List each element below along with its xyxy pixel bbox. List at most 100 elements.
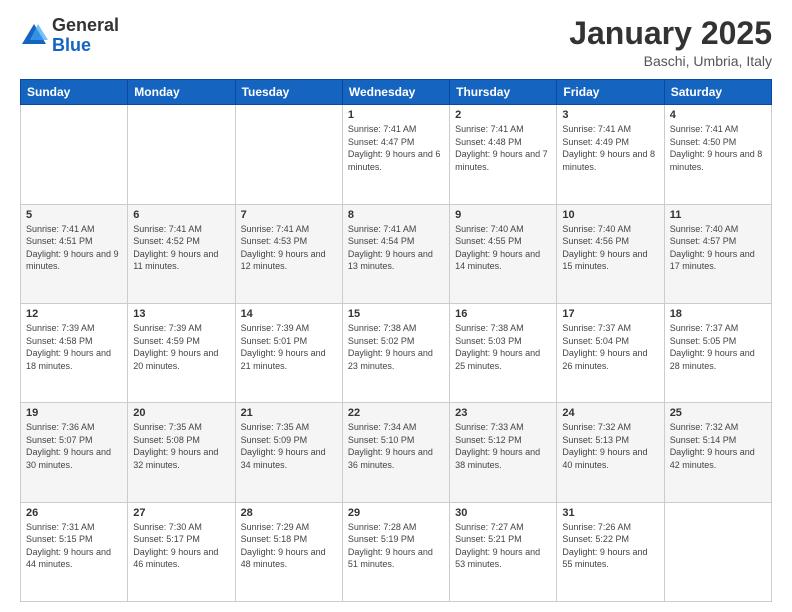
location-title: Baschi, Umbria, Italy xyxy=(569,53,772,69)
day-info: Sunrise: 7:36 AM Sunset: 5:07 PM Dayligh… xyxy=(26,421,122,471)
table-cell: 6 Sunrise: 7:41 AM Sunset: 4:52 PM Daylig… xyxy=(128,204,235,303)
day-info: Sunrise: 7:41 AM Sunset: 4:50 PM Dayligh… xyxy=(670,123,766,173)
day-number: 10 xyxy=(562,209,658,221)
logo-general: General xyxy=(52,15,119,35)
col-sunday: Sunday xyxy=(21,80,128,105)
day-info: Sunrise: 7:41 AM Sunset: 4:54 PM Dayligh… xyxy=(348,223,444,273)
day-info: Sunrise: 7:30 AM Sunset: 5:17 PM Dayligh… xyxy=(133,521,229,571)
calendar-header-row: Sunday Monday Tuesday Wednesday Thursday… xyxy=(21,80,772,105)
day-number: 25 xyxy=(670,407,766,419)
day-number: 15 xyxy=(348,308,444,320)
day-info: Sunrise: 7:41 AM Sunset: 4:48 PM Dayligh… xyxy=(455,123,551,173)
table-cell: 29 Sunrise: 7:28 AM Sunset: 5:19 PM Dayli… xyxy=(342,502,449,601)
day-info: Sunrise: 7:27 AM Sunset: 5:21 PM Dayligh… xyxy=(455,521,551,571)
page: General Blue January 2025 Baschi, Umbria… xyxy=(0,0,792,612)
col-thursday: Thursday xyxy=(450,80,557,105)
logo-icon xyxy=(20,22,48,50)
table-cell: 12Sunrise: 7:39 AM Sunset: 4:58 PM Dayli… xyxy=(21,303,128,402)
day-info: Sunrise: 7:38 AM Sunset: 5:02 PM Dayligh… xyxy=(348,322,444,372)
day-number: 28 xyxy=(241,507,337,519)
day-number: 30 xyxy=(455,507,551,519)
table-cell: 19Sunrise: 7:36 AM Sunset: 5:07 PM Dayli… xyxy=(21,403,128,502)
day-number: 7 xyxy=(241,209,337,221)
table-cell: 18 Sunrise: 7:37 AM Sunset: 5:05 PM Dayli… xyxy=(664,303,771,402)
day-number: 31 xyxy=(562,507,658,519)
day-number: 1 xyxy=(348,109,444,121)
table-cell: 25 Sunrise: 7:32 AM Sunset: 5:14 PM Dayli… xyxy=(664,403,771,502)
table-cell: 7 Sunrise: 7:41 AM Sunset: 4:53 PM Daylig… xyxy=(235,204,342,303)
day-info: Sunrise: 7:39 AM Sunset: 4:59 PM Dayligh… xyxy=(133,322,229,372)
table-cell: 17 Sunrise: 7:37 AM Sunset: 5:04 PM Dayli… xyxy=(557,303,664,402)
day-number: 24 xyxy=(562,407,658,419)
table-cell: 20Sunrise: 7:35 AM Sunset: 5:08 PM Dayli… xyxy=(128,403,235,502)
day-number: 29 xyxy=(348,507,444,519)
calendar-week-row: 1 Sunrise: 7:41 AM Sunset: 4:47 PM Daylig… xyxy=(21,105,772,204)
day-info: Sunrise: 7:41 AM Sunset: 4:52 PM Dayligh… xyxy=(133,223,229,273)
day-info: Sunrise: 7:37 AM Sunset: 5:04 PM Dayligh… xyxy=(562,322,658,372)
table-cell: 13Sunrise: 7:39 AM Sunset: 4:59 PM Dayli… xyxy=(128,303,235,402)
table-cell: 31Sunrise: 7:26 AM Sunset: 5:22 PM Dayli… xyxy=(557,502,664,601)
day-info: Sunrise: 7:40 AM Sunset: 4:56 PM Dayligh… xyxy=(562,223,658,273)
month-title: January 2025 xyxy=(569,16,772,51)
table-cell: 11Sunrise: 7:40 AM Sunset: 4:57 PM Dayli… xyxy=(664,204,771,303)
calendar-week-row: 19Sunrise: 7:36 AM Sunset: 5:07 PM Dayli… xyxy=(21,403,772,502)
table-cell: 21Sunrise: 7:35 AM Sunset: 5:09 PM Dayli… xyxy=(235,403,342,502)
table-cell xyxy=(21,105,128,204)
day-info: Sunrise: 7:40 AM Sunset: 4:57 PM Dayligh… xyxy=(670,223,766,273)
table-cell: 15 Sunrise: 7:38 AM Sunset: 5:02 PM Dayli… xyxy=(342,303,449,402)
header: General Blue January 2025 Baschi, Umbria… xyxy=(20,16,772,69)
calendar-week-row: 5 Sunrise: 7:41 AM Sunset: 4:51 PM Daylig… xyxy=(21,204,772,303)
day-info: Sunrise: 7:33 AM Sunset: 5:12 PM Dayligh… xyxy=(455,421,551,471)
col-saturday: Saturday xyxy=(664,80,771,105)
day-number: 6 xyxy=(133,209,229,221)
table-cell: 5 Sunrise: 7:41 AM Sunset: 4:51 PM Daylig… xyxy=(21,204,128,303)
table-cell: 2 Sunrise: 7:41 AM Sunset: 4:48 PM Daylig… xyxy=(450,105,557,204)
day-number: 22 xyxy=(348,407,444,419)
table-cell: 24 Sunrise: 7:32 AM Sunset: 5:13 PM Dayli… xyxy=(557,403,664,502)
col-friday: Friday xyxy=(557,80,664,105)
day-number: 26 xyxy=(26,507,122,519)
day-number: 9 xyxy=(455,209,551,221)
day-info: Sunrise: 7:41 AM Sunset: 4:51 PM Dayligh… xyxy=(26,223,122,273)
day-info: Sunrise: 7:31 AM Sunset: 5:15 PM Dayligh… xyxy=(26,521,122,571)
day-info: Sunrise: 7:29 AM Sunset: 5:18 PM Dayligh… xyxy=(241,521,337,571)
day-info: Sunrise: 7:37 AM Sunset: 5:05 PM Dayligh… xyxy=(670,322,766,372)
logo-blue: Blue xyxy=(52,35,91,55)
table-cell: 1 Sunrise: 7:41 AM Sunset: 4:47 PM Daylig… xyxy=(342,105,449,204)
table-cell: 14Sunrise: 7:39 AM Sunset: 5:01 PM Dayli… xyxy=(235,303,342,402)
table-cell: 22Sunrise: 7:34 AM Sunset: 5:10 PM Dayli… xyxy=(342,403,449,502)
day-info: Sunrise: 7:28 AM Sunset: 5:19 PM Dayligh… xyxy=(348,521,444,571)
table-cell: 23 Sunrise: 7:33 AM Sunset: 5:12 PM Dayli… xyxy=(450,403,557,502)
calendar-week-row: 26 Sunrise: 7:31 AM Sunset: 5:15 PM Dayli… xyxy=(21,502,772,601)
table-cell: 30 Sunrise: 7:27 AM Sunset: 5:21 PM Dayli… xyxy=(450,502,557,601)
day-info: Sunrise: 7:39 AM Sunset: 4:58 PM Dayligh… xyxy=(26,322,122,372)
table-cell: 26 Sunrise: 7:31 AM Sunset: 5:15 PM Dayli… xyxy=(21,502,128,601)
col-wednesday: Wednesday xyxy=(342,80,449,105)
table-cell: 9 Sunrise: 7:40 AM Sunset: 4:55 PM Daylig… xyxy=(450,204,557,303)
table-cell: 3 Sunrise: 7:41 AM Sunset: 4:49 PM Daylig… xyxy=(557,105,664,204)
calendar: Sunday Monday Tuesday Wednesday Thursday… xyxy=(20,79,772,602)
day-info: Sunrise: 7:32 AM Sunset: 5:13 PM Dayligh… xyxy=(562,421,658,471)
logo-text: General Blue xyxy=(52,16,119,56)
day-number: 17 xyxy=(562,308,658,320)
day-number: 2 xyxy=(455,109,551,121)
day-info: Sunrise: 7:40 AM Sunset: 4:55 PM Dayligh… xyxy=(455,223,551,273)
day-number: 20 xyxy=(133,407,229,419)
day-number: 21 xyxy=(241,407,337,419)
table-cell: 10 Sunrise: 7:40 AM Sunset: 4:56 PM Dayli… xyxy=(557,204,664,303)
title-block: January 2025 Baschi, Umbria, Italy xyxy=(569,16,772,69)
day-number: 18 xyxy=(670,308,766,320)
day-info: Sunrise: 7:41 AM Sunset: 4:47 PM Dayligh… xyxy=(348,123,444,173)
logo: General Blue xyxy=(20,16,119,56)
day-number: 3 xyxy=(562,109,658,121)
day-number: 23 xyxy=(455,407,551,419)
day-number: 27 xyxy=(133,507,229,519)
day-info: Sunrise: 7:41 AM Sunset: 4:49 PM Dayligh… xyxy=(562,123,658,173)
day-info: Sunrise: 7:38 AM Sunset: 5:03 PM Dayligh… xyxy=(455,322,551,372)
day-number: 5 xyxy=(26,209,122,221)
table-cell: 16Sunrise: 7:38 AM Sunset: 5:03 PM Dayli… xyxy=(450,303,557,402)
table-cell: 8 Sunrise: 7:41 AM Sunset: 4:54 PM Daylig… xyxy=(342,204,449,303)
day-info: Sunrise: 7:32 AM Sunset: 5:14 PM Dayligh… xyxy=(670,421,766,471)
day-info: Sunrise: 7:41 AM Sunset: 4:53 PM Dayligh… xyxy=(241,223,337,273)
day-number: 8 xyxy=(348,209,444,221)
